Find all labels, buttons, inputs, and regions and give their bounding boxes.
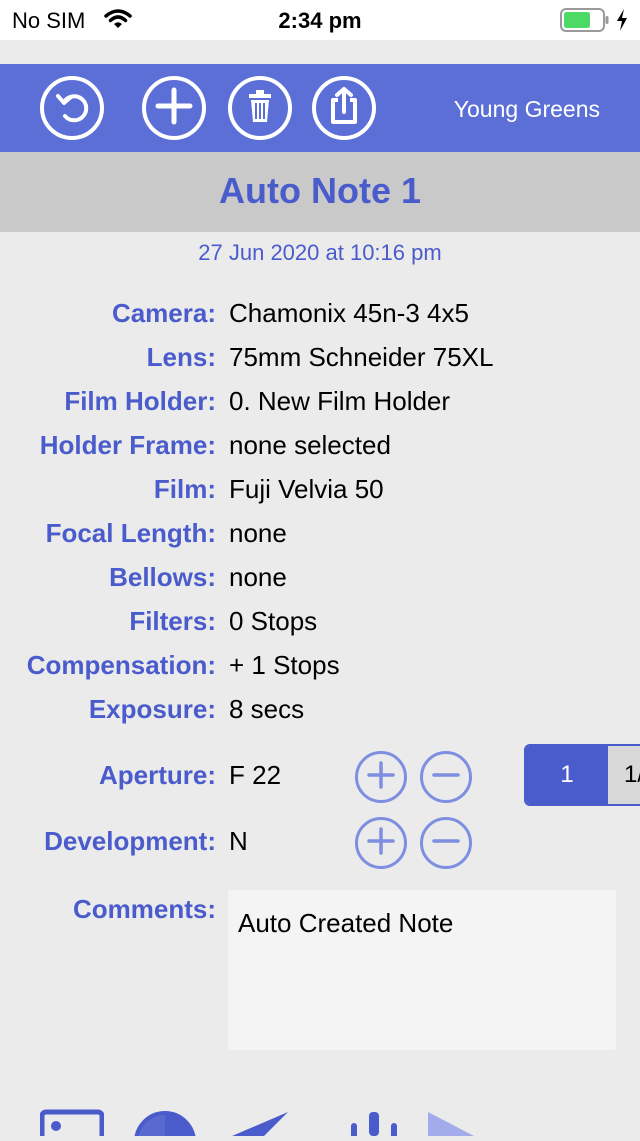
focal-length-label: Focal Length: [45,518,216,548]
battery-icon [560,8,610,37]
share-icon [324,86,364,131]
development-row: Development: N [0,826,640,866]
lens-label: Lens: [146,342,216,372]
comments-text: Auto Created Note [238,908,454,938]
minus-icon [431,760,461,795]
aperture-increase-button[interactable] [355,751,407,803]
development-value: N [229,826,248,856]
project-title[interactable]: Young Greens [454,96,600,123]
delete-button[interactable] [228,76,292,140]
note-title: Auto Note 1 [219,170,421,211]
aperture-label: Aperture: [98,760,216,790]
title-bar: Auto Note 1 [0,152,640,232]
play-icon[interactable] [426,1100,476,1141]
holder-frame-value[interactable]: none selected [229,430,391,461]
film-row[interactable]: Film: Fuji Velvia 50 [0,474,640,514]
compensation-label: Compensation: [26,650,216,680]
development-label: Development: [44,826,216,856]
aperture-value: F 22 [229,760,282,790]
holder-frame-row[interactable]: Holder Frame: none selected [0,430,640,470]
trash-icon [240,86,280,131]
toolbar: Young Greens [0,64,640,152]
development-decrease-button[interactable] [420,817,472,869]
film-value[interactable]: Fuji Velvia 50 [229,474,384,505]
bellows-label: Bellows: [109,562,216,592]
undo-icon [52,86,92,131]
camera-value[interactable]: Chamonix 45n-3 4x5 [229,298,469,329]
charging-bolt-icon [615,8,629,37]
bottom-tab-bar [0,1100,640,1141]
navigation-icon[interactable] [228,1100,292,1141]
film-holder-value[interactable]: 0. New Film Holder [229,386,450,417]
undo-button[interactable] [40,76,104,140]
holder-frame-label: Holder Frame: [39,430,216,460]
bellows-row[interactable]: Bellows: none [0,562,640,602]
film-holder-row[interactable]: Film Holder: 0. New Film Holder [0,386,640,426]
exposure-meter-icon[interactable] [134,1100,196,1141]
comments-textarea[interactable]: Auto Created Note [228,890,616,1050]
plus-icon [366,826,396,861]
segment-full-stop[interactable]: 1 [526,746,608,804]
plus-icon [366,760,396,795]
add-button[interactable] [142,76,206,140]
exposure-row[interactable]: Exposure: 8 secs [0,694,640,734]
filters-row[interactable]: Filters: 0 Stops [0,606,640,646]
clock: 2:34 pm [278,8,362,33]
share-button[interactable] [312,76,376,140]
lens-value[interactable]: 75mm Schneider 75XL [229,342,493,373]
compensation-value[interactable]: + 1 Stops [229,650,340,681]
tripod-icon[interactable] [350,1100,398,1141]
filters-label: Filters: [129,606,216,636]
aperture-step-segmented-control[interactable]: 1 1/ [524,744,640,806]
filters-value[interactable]: 0 Stops [229,606,317,637]
exposure-label: Exposure: [88,694,216,724]
film-holder-label: Film Holder: [64,386,216,416]
bellows-value[interactable]: none [229,562,287,593]
status-bar: No SIM 2:34 pm [0,0,640,40]
camera-row[interactable]: Camera: Chamonix 45n-3 4x5 [0,298,640,338]
development-increase-button[interactable] [355,817,407,869]
plus-icon [154,86,194,131]
focal-length-row[interactable]: Focal Length: none [0,518,640,558]
film-label: Film: [153,474,216,504]
camera-label: Camera: [111,298,216,328]
comments-label: Comments: [72,894,216,924]
segment-fraction-stop[interactable]: 1/ [608,746,640,804]
focal-length-value[interactable]: none [229,518,287,549]
note-timestamp: 27 Jun 2020 at 10:16 pm [198,240,442,265]
lens-row[interactable]: Lens: 75mm Schneider 75XL [0,342,640,382]
photo-icon[interactable] [39,1100,105,1141]
exposure-value[interactable]: 8 secs [229,694,304,725]
compensation-row[interactable]: Compensation: + 1 Stops [0,650,640,690]
aperture-decrease-button[interactable] [420,751,472,803]
minus-icon [431,826,461,861]
